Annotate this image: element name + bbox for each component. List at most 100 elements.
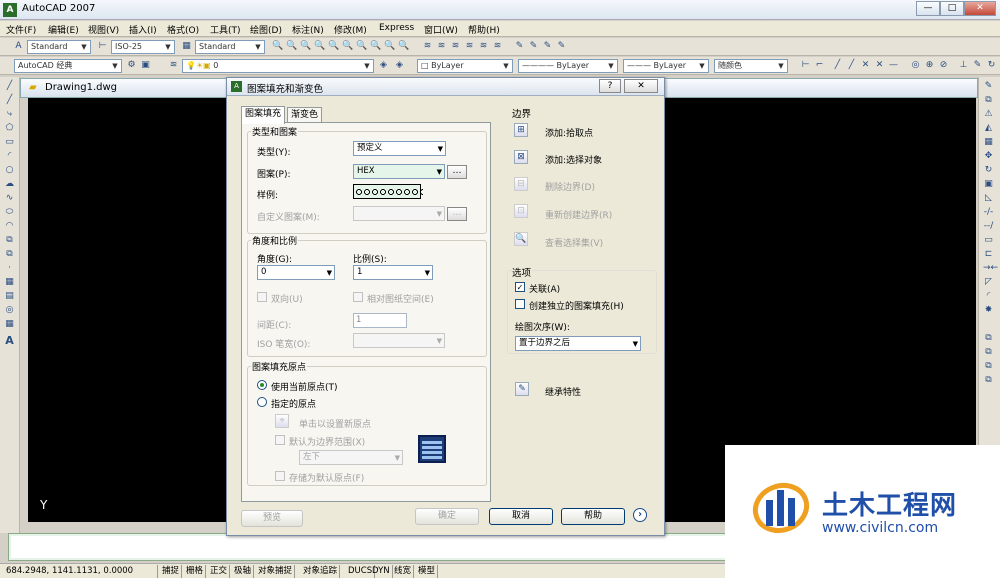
store-default-checkbox[interactable] xyxy=(275,471,285,481)
dim-ordinate-icon[interactable]: ╱ xyxy=(846,60,857,71)
layer-previous-icon[interactable]: ◈ xyxy=(394,60,405,71)
erase-icon[interactable]: ✎ xyxy=(983,81,994,92)
associative-checkbox[interactable]: ✓ xyxy=(515,282,525,292)
make-block-icon[interactable]: ⧉ xyxy=(4,249,15,260)
menu-view[interactable]: 视图(V) xyxy=(88,23,119,36)
multiline-text-icon[interactable]: A xyxy=(4,335,15,346)
angle-select[interactable]: 0 ▼ xyxy=(257,265,335,280)
zoom-object-icon[interactable]: 🔍 xyxy=(342,41,353,52)
stretch-icon[interactable]: ◺ xyxy=(983,193,994,204)
copy-icon[interactable]: ⧉ xyxy=(983,95,994,106)
express-tool-icon[interactable]: ✎ xyxy=(542,41,553,52)
make-current-layer-icon[interactable]: ◈ xyxy=(378,60,389,71)
specified-origin-radio[interactable] xyxy=(257,397,267,407)
menu-file[interactable]: 文件(F) xyxy=(6,23,36,36)
menu-format[interactable]: 格式(O) xyxy=(167,23,199,36)
draw-order-icon[interactable]: ⧉ xyxy=(983,361,994,372)
construction-line-icon[interactable]: ╱ xyxy=(4,95,15,106)
tab-hatch[interactable]: 图案填充 xyxy=(241,106,286,124)
preview-button[interactable]: 预览 xyxy=(241,510,303,527)
add-pick-icon[interactable]: ⊞ xyxy=(514,123,528,137)
ellipse-arc-icon[interactable]: ◠ xyxy=(4,221,15,232)
remove-boundary-icon[interactable]: ⊟ xyxy=(514,177,528,191)
status-dyn[interactable]: DYN xyxy=(370,565,393,578)
workspace-select[interactable]: AutoCAD 经典 ▼ xyxy=(14,59,122,73)
join-icon[interactable]: →← xyxy=(983,263,998,274)
layer-select[interactable]: 💡☀▣ 0 ▼ xyxy=(182,59,374,73)
view-selection-icon[interactable]: 🔍 xyxy=(514,232,528,246)
custom-pattern-browse-button[interactable]: … xyxy=(447,207,467,221)
recreate-boundary-label[interactable]: 重新创建边界(R) xyxy=(545,208,612,221)
mirror-icon[interactable]: ⚠ xyxy=(983,109,994,120)
separate-hatch-checkbox[interactable] xyxy=(515,299,525,309)
dim-linear-icon[interactable]: ⊢ xyxy=(800,60,811,71)
dim-tolerance-icon[interactable]: ⊕ xyxy=(924,60,935,71)
lineweight-select[interactable]: ——— ByLayer ▼ xyxy=(623,59,709,73)
move-icon[interactable]: ✥ xyxy=(983,151,994,162)
dim-style-icon[interactable]: ⊢ xyxy=(97,41,108,52)
draw-order-select[interactable]: 置于边界之后 ▼ xyxy=(515,336,641,351)
array-icon[interactable]: ▦ xyxy=(983,137,994,148)
circle-icon[interactable]: ○ xyxy=(4,165,15,176)
workspace-save-icon[interactable]: ▣ xyxy=(140,60,151,71)
zoom-in-icon[interactable]: 🔍 xyxy=(356,41,367,52)
menu-tools[interactable]: 工具(T) xyxy=(210,23,241,36)
ok-button[interactable]: 确定 xyxy=(415,508,479,525)
arc-icon[interactable]: ◜ xyxy=(4,151,15,162)
zoom-dynamic-icon[interactable]: 🔍 xyxy=(300,41,311,52)
inherit-properties-label[interactable]: 继承特性 xyxy=(545,385,581,398)
close-button[interactable]: ✕ xyxy=(964,1,996,16)
table-style-select[interactable]: Standard ▼ xyxy=(195,40,265,54)
layer-tool-icon[interactable]: ≋ xyxy=(422,41,433,52)
linetype-select[interactable]: ———— ByLayer ▼ xyxy=(518,59,618,73)
status-grid[interactable]: 栅格 xyxy=(184,565,207,578)
layer-tool-icon[interactable]: ≋ xyxy=(436,41,447,52)
dim-baseline-icon[interactable]: ⊥ xyxy=(958,60,969,71)
table-icon[interactable]: ▦ xyxy=(4,319,15,330)
zoom-scale-icon[interactable]: 🔍 xyxy=(314,41,325,52)
rotate-icon[interactable]: ↻ xyxy=(983,165,994,176)
add-select-label[interactable]: 添加:选择对象 xyxy=(545,153,602,166)
zoom-realtime-icon[interactable]: 🔍 xyxy=(272,41,283,52)
explode-icon[interactable]: ✸ xyxy=(983,305,994,316)
gradient-icon[interactable]: ▤ xyxy=(4,291,15,302)
break-at-point-icon[interactable]: ▭ xyxy=(983,235,994,246)
point-icon[interactable]: · xyxy=(4,263,15,274)
default-extents-checkbox[interactable] xyxy=(275,435,285,445)
dim-style-select[interactable]: ISO-25 ▼ xyxy=(111,40,175,54)
draw-order-icon[interactable]: ⧉ xyxy=(983,375,994,386)
extend-icon[interactable]: --/ xyxy=(983,221,994,232)
dim-aligned-icon[interactable]: ⌐ xyxy=(814,60,825,71)
dialog-close-button[interactable]: ✕ xyxy=(624,79,658,93)
status-osnap[interactable]: 对象捕捉 xyxy=(256,565,296,578)
menu-draw[interactable]: 绘图(D) xyxy=(250,23,282,36)
view-selection-label[interactable]: 查看选择集(V) xyxy=(545,236,603,249)
fillet-icon[interactable]: ◜ xyxy=(983,291,994,302)
color-select[interactable]: □ ByLayer ▼ xyxy=(417,59,513,73)
zoom-center-icon[interactable]: 🔍 xyxy=(328,41,339,52)
zoom-extents-icon[interactable]: 🔍 xyxy=(398,41,409,52)
status-polar[interactable]: 极轴 xyxy=(232,565,255,578)
minimize-button[interactable]: — xyxy=(916,1,940,16)
spline-icon[interactable]: ∿ xyxy=(4,193,15,204)
pattern-swatch[interactable] xyxy=(353,184,423,199)
spacing-input[interactable]: 1 xyxy=(353,313,407,328)
tab-gradient[interactable]: 渐变色 xyxy=(287,107,323,123)
recreate-boundary-icon[interactable]: ⊡ xyxy=(514,204,528,218)
maximize-button[interactable]: □ xyxy=(940,1,964,16)
status-otrack[interactable]: 对象追踪 xyxy=(301,565,341,578)
layer-tool-icon[interactable]: ≋ xyxy=(492,41,503,52)
status-lineweight[interactable]: 线宽 xyxy=(392,565,415,578)
menu-modify[interactable]: 修改(M) xyxy=(334,23,367,36)
trim-icon[interactable]: -/- xyxy=(983,207,994,218)
status-model[interactable]: 模型 xyxy=(416,565,439,578)
express-tool-icon[interactable]: ✎ xyxy=(556,41,567,52)
polyline-icon[interactable]: ⤷ xyxy=(4,109,15,120)
draw-order-icon[interactable]: ⧉ xyxy=(983,347,994,358)
zoom-all-icon[interactable]: 🔍 xyxy=(384,41,395,52)
plotstyle-select[interactable]: 随颜色 ▼ xyxy=(714,59,788,73)
zoom-window-icon[interactable]: 🔍 xyxy=(286,41,297,52)
menu-help[interactable]: 帮助(H) xyxy=(468,23,500,36)
pattern-browse-button[interactable]: … xyxy=(447,165,467,179)
custom-pattern-select[interactable]: ▼ xyxy=(353,206,445,221)
